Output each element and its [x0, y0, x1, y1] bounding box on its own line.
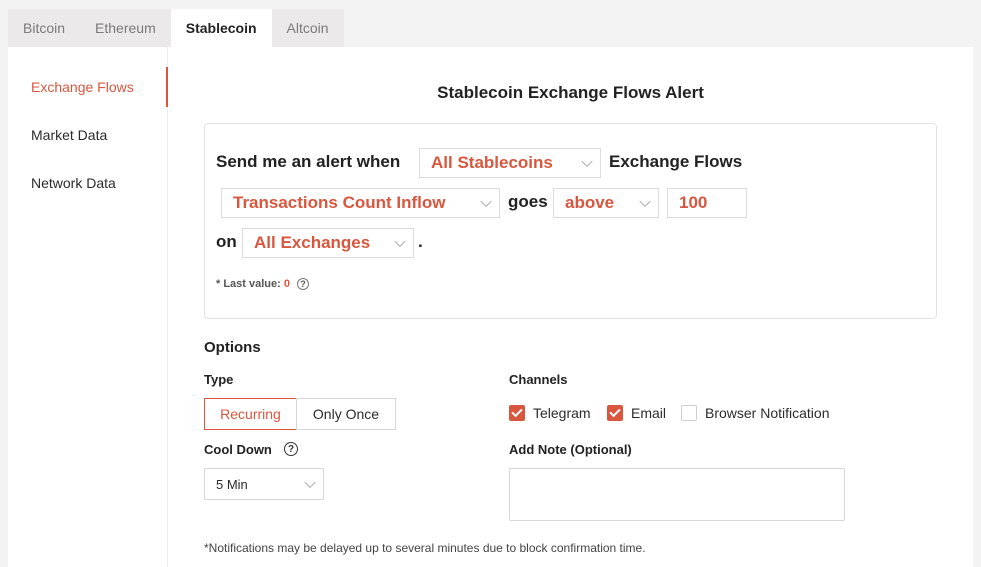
only-once-button[interactable]: Only Once: [296, 398, 396, 430]
delay-footnote: *Notifications may be delayed up to seve…: [204, 541, 646, 555]
cooldown-select-value: 5 Min: [216, 476, 248, 492]
on-text: on: [216, 232, 237, 251]
last-value-label: * Last value:: [216, 278, 281, 290]
sentence-period: .: [418, 232, 423, 251]
tab-stablecoin[interactable]: Stablecoin: [170, 9, 272, 47]
options-heading: Options: [204, 339, 261, 356]
note-textarea[interactable]: [509, 468, 845, 521]
question-circle-icon[interactable]: ?: [284, 442, 298, 456]
goes-text: goes: [508, 192, 548, 211]
main-panel: Exchange Flows Market Data Network Data …: [8, 47, 973, 567]
channel-telegram[interactable]: Telegram: [509, 405, 591, 421]
channels-label: Channels: [509, 372, 568, 387]
chevron-down-icon: [639, 195, 651, 208]
threshold-input[interactable]: 100: [667, 188, 747, 218]
asset-select[interactable]: All Stablecoins: [419, 148, 601, 178]
email-label: Email: [631, 405, 667, 421]
cooldown-select[interactable]: 5 Min: [204, 468, 324, 500]
type-toggle: Recurring Only Once: [204, 398, 396, 430]
direction-select[interactable]: above: [553, 188, 659, 218]
browser-notification-checkbox[interactable]: [681, 405, 697, 421]
tab-ethereum[interactable]: Ethereum: [80, 9, 171, 47]
sidebar: Exchange Flows Market Data Network Data: [8, 47, 168, 567]
last-value: * Last value: 0 ?: [216, 278, 309, 290]
chevron-down-icon: [480, 195, 492, 208]
add-note-label: Add Note (Optional): [509, 442, 632, 457]
sidebar-item-market-data[interactable]: Market Data: [8, 115, 168, 155]
channel-browser-notification[interactable]: Browser Notification: [681, 405, 830, 421]
recurring-button[interactable]: Recurring: [204, 398, 297, 430]
tab-altcoin[interactable]: Altcoin: [271, 9, 344, 47]
browser-notification-label: Browser Notification: [705, 405, 830, 421]
page-title: Stablecoin Exchange Flows Alert: [437, 83, 704, 102]
exchange-flows-text: Exchange Flows: [609, 152, 743, 171]
telegram-label: Telegram: [533, 405, 591, 421]
email-checkbox[interactable]: [607, 405, 623, 421]
threshold-value: 100: [679, 193, 708, 212]
type-label: Type: [204, 372, 234, 387]
metric-select[interactable]: Transactions Count Inflow: [221, 188, 500, 218]
channel-email[interactable]: Email: [607, 405, 666, 421]
direction-select-value: above: [565, 193, 615, 212]
sidebar-item-exchange-flows[interactable]: Exchange Flows: [8, 67, 168, 107]
exchange-select[interactable]: All Exchanges: [242, 228, 414, 258]
coin-tabs: Bitcoin Ethereum Stablecoin Altcoin: [8, 9, 344, 47]
cooldown-label: Cool Down: [204, 442, 272, 457]
telegram-checkbox[interactable]: [509, 405, 525, 421]
tab-bitcoin[interactable]: Bitcoin: [8, 9, 81, 47]
chevron-down-icon: [581, 155, 593, 168]
chevron-down-icon: [394, 235, 406, 248]
question-circle-icon[interactable]: ?: [296, 278, 309, 290]
sidebar-item-network-data[interactable]: Network Data: [8, 163, 168, 203]
chevron-down-icon: [304, 476, 316, 489]
last-value-number: 0: [283, 278, 290, 290]
metric-select-value: Transactions Count Inflow: [233, 193, 446, 212]
alert-builder-card: Send me an alert when All Stablecoins Ex…: [204, 123, 937, 319]
exchange-select-value: All Exchanges: [254, 233, 371, 252]
asset-select-value: All Stablecoins: [431, 153, 553, 172]
send-alert-text: Send me an alert when: [216, 152, 401, 171]
